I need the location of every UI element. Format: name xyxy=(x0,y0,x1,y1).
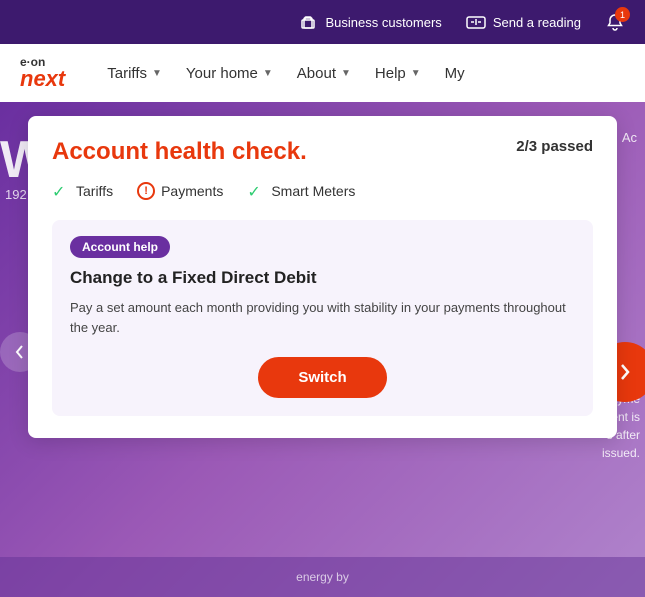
health-check-status-row: ✓ Tariffs ! Payments ✓ Smart Meters xyxy=(52,182,593,200)
nav-help[interactable]: Help ▼ xyxy=(375,65,421,82)
check-icon: ✓ xyxy=(247,182,265,200)
top-bar: Business customers Send a reading 1 xyxy=(0,0,645,44)
send-reading-link[interactable]: Send a reading xyxy=(466,12,581,32)
briefcase-icon xyxy=(298,12,318,32)
nav-your-home[interactable]: Your home ▼ xyxy=(186,65,273,82)
nav-my[interactable]: My xyxy=(445,65,465,82)
modal-header: Account health check. 2/3 passed xyxy=(52,138,593,166)
inner-card-title: Change to a Fixed Direct Debit xyxy=(70,268,575,288)
chevron-down-icon: ▼ xyxy=(152,68,162,79)
hero-area: Wo 192 G Ac t paym payme ment is s after… xyxy=(0,102,645,597)
account-help-badge: Account help xyxy=(70,236,170,258)
logo[interactable]: e·on next xyxy=(20,56,65,90)
status-tariffs: ✓ Tariffs xyxy=(52,182,113,200)
status-smart-meters: ✓ Smart Meters xyxy=(247,182,355,200)
nav-tariffs[interactable]: Tariffs ▼ xyxy=(107,65,162,82)
nav-bar: e·on next Tariffs ▼ Your home ▼ About ▼ … xyxy=(0,44,645,102)
modal-overlay: Account health check. 2/3 passed ✓ Tarif… xyxy=(0,102,645,597)
account-help-card: Account help Change to a Fixed Direct De… xyxy=(52,220,593,416)
logo-next: next xyxy=(20,68,65,90)
switch-button[interactable]: Switch xyxy=(258,357,386,398)
status-payments: ! Payments xyxy=(137,182,223,200)
business-customers-link[interactable]: Business customers xyxy=(298,12,441,32)
nav-items: Tariffs ▼ Your home ▼ About ▼ Help ▼ My xyxy=(107,65,625,82)
chevron-down-icon: ▼ xyxy=(341,68,351,79)
meter-icon xyxy=(466,12,486,32)
notification-count: 1 xyxy=(615,7,630,22)
modal-title: Account health check. xyxy=(52,138,307,166)
modal-passed-count: 2/3 passed xyxy=(516,138,593,155)
chevron-down-icon: ▼ xyxy=(263,68,273,79)
notification-bell[interactable]: 1 xyxy=(605,12,625,32)
nav-about[interactable]: About ▼ xyxy=(297,65,351,82)
account-health-check-modal: Account health check. 2/3 passed ✓ Tarif… xyxy=(28,116,617,438)
inner-card-description: Pay a set amount each month providing yo… xyxy=(70,298,575,337)
chevron-down-icon: ▼ xyxy=(411,68,421,79)
check-icon: ✓ xyxy=(52,182,70,200)
warning-icon: ! xyxy=(137,182,155,200)
